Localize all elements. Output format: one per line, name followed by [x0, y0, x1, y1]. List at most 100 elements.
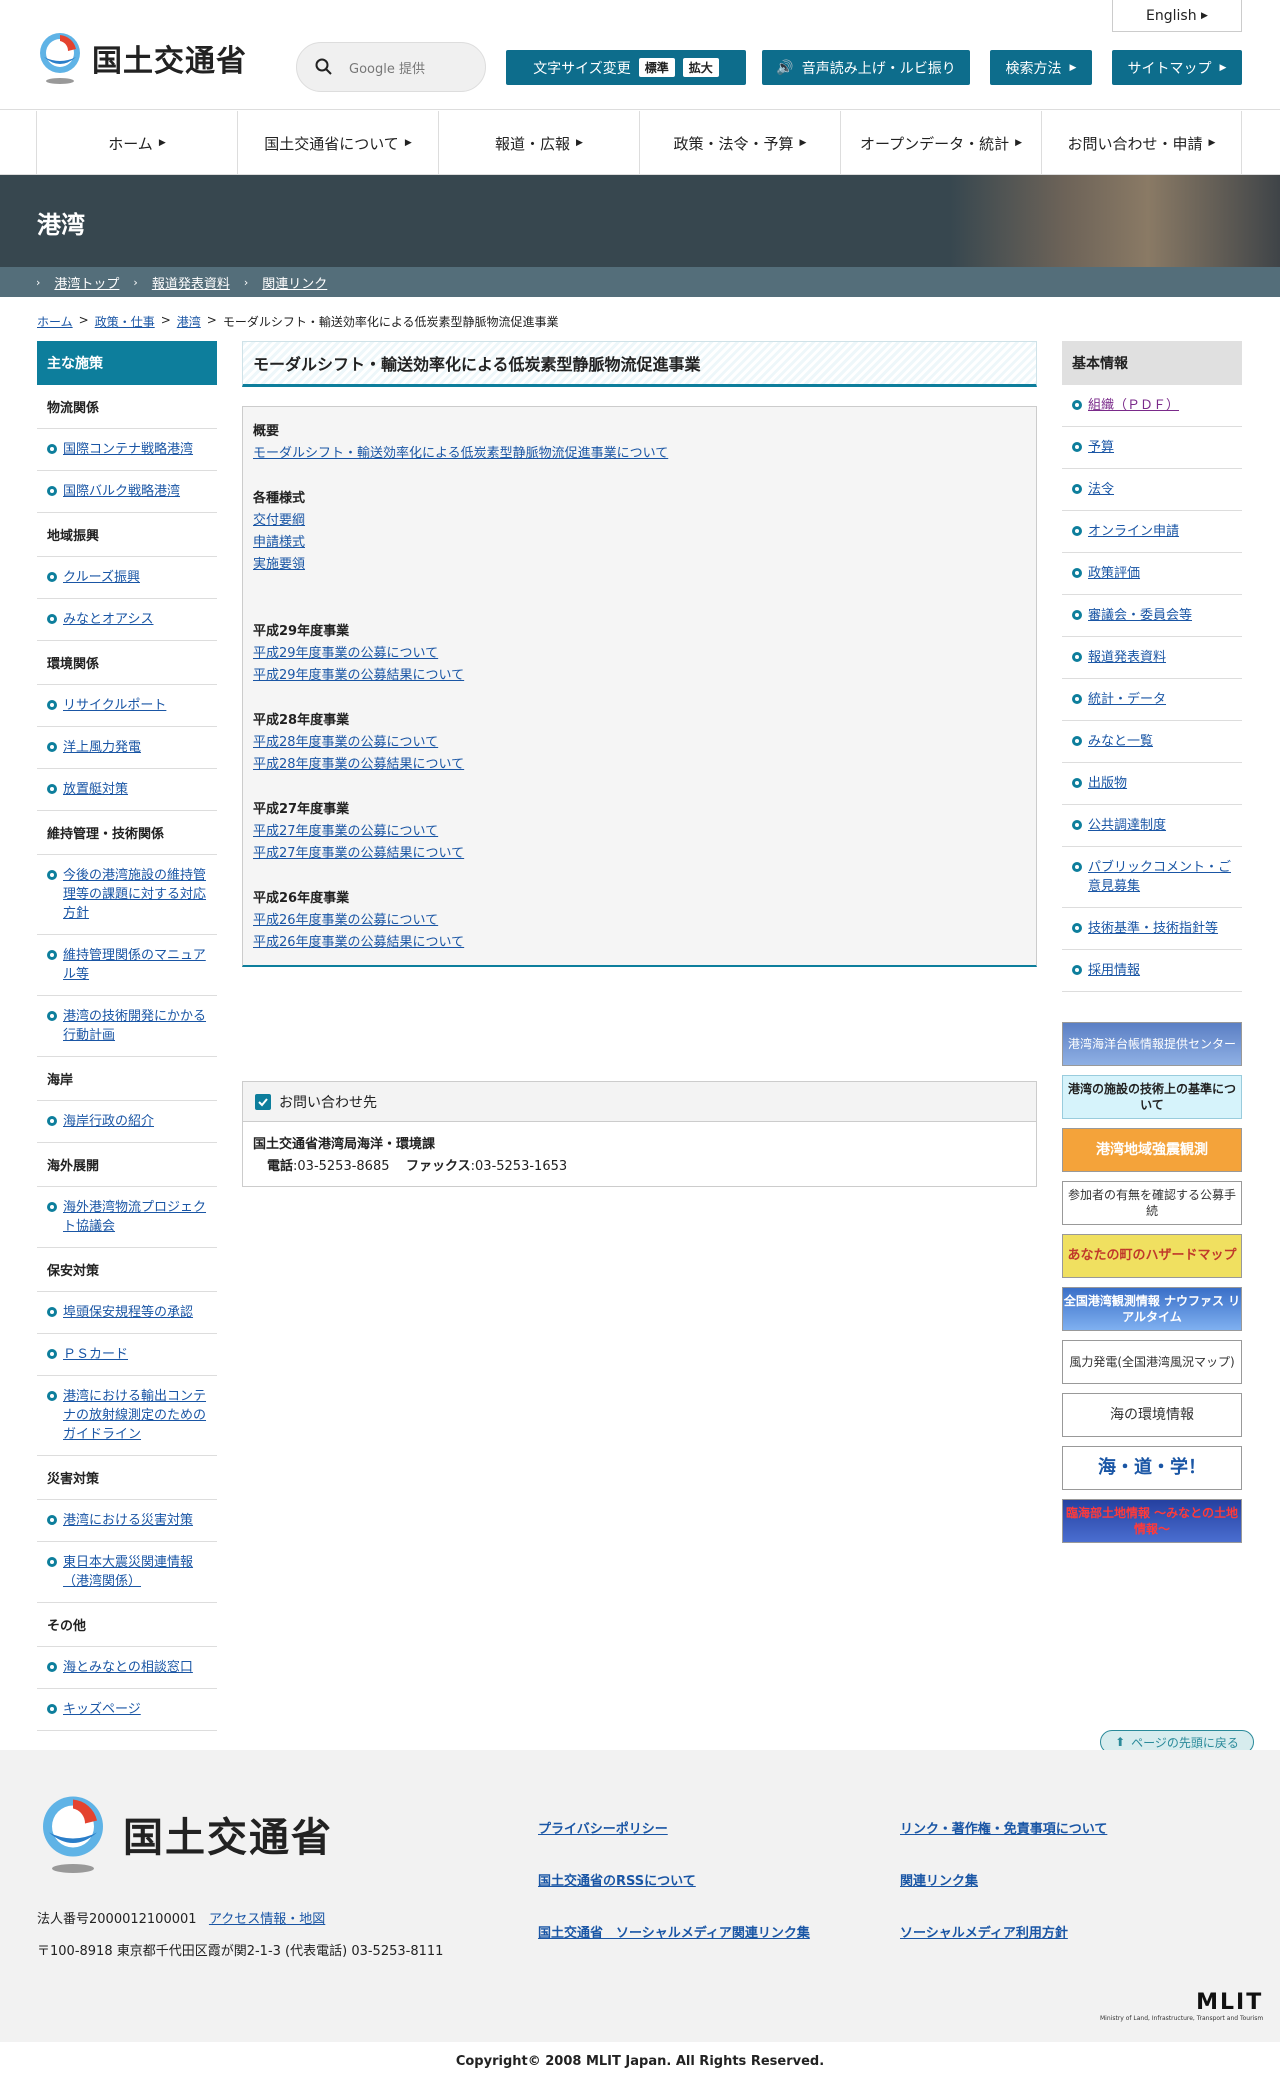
right-nav-item[interactable]: 審議会・委員会等: [1062, 595, 1242, 637]
content-link[interactable]: 平成27年度事業の公募結果について: [253, 843, 1026, 865]
left-nav-link[interactable]: 国際コンテナ戦略港湾: [63, 440, 193, 459]
left-nav-link[interactable]: クルーズ振興: [63, 568, 140, 587]
subnav-port-top[interactable]: 港湾トップ: [54, 273, 119, 292]
left-nav-item[interactable]: キッズページ: [37, 1689, 217, 1731]
font-size-large-button[interactable]: 拡大: [682, 58, 719, 77]
content-link[interactable]: 平成28年度事業の公募について: [253, 732, 1026, 754]
left-nav-item[interactable]: 国際バルク戦略港湾: [37, 471, 217, 513]
gnav-about[interactable]: 国土交通省について ▶: [237, 111, 438, 175]
left-nav-link[interactable]: 国際バルク戦略港湾: [63, 482, 180, 501]
search-method-button[interactable]: 検索方法 ▶: [990, 50, 1092, 85]
left-nav-item[interactable]: 今後の港湾施設の維持管理等の課題に対する対応方針: [37, 855, 217, 935]
access-link[interactable]: アクセス情報・地図: [209, 1912, 325, 1927]
right-nav-link[interactable]: 採用情報: [1088, 961, 1140, 980]
left-nav-item[interactable]: 東日本大震災関連情報（港湾関係）: [37, 1542, 217, 1603]
banner-link[interactable]: 参加者の有無を確認する公募手続: [1062, 1181, 1242, 1225]
breadcrumb-policy[interactable]: 政策・仕事: [95, 313, 155, 330]
content-link[interactable]: 交付要綱: [253, 510, 1026, 532]
left-nav-link[interactable]: 港湾における災害対策: [63, 1511, 193, 1530]
banner-link[interactable]: 港湾地域強震観測: [1062, 1128, 1242, 1172]
right-nav-link[interactable]: 公共調達制度: [1088, 816, 1166, 835]
left-nav-link[interactable]: 放置艇対策: [63, 780, 128, 799]
left-nav-link[interactable]: 港湾における輸出コンテナの放射線測定のためのガイドライン: [63, 1387, 209, 1444]
right-nav-item[interactable]: 採用情報: [1062, 950, 1242, 992]
left-nav-link[interactable]: キッズページ: [63, 1700, 141, 1719]
content-link[interactable]: 実施要領: [253, 554, 1026, 576]
audio-ruby-button[interactable]: 🔊 音声読み上げ・ルビ振り: [762, 50, 970, 85]
left-nav-item[interactable]: 港湾における輸出コンテナの放射線測定のためのガイドライン: [37, 1376, 217, 1456]
left-nav-link[interactable]: 海外港湾物流プロジェクト協議会: [63, 1198, 209, 1236]
left-nav-link[interactable]: 埠頭保安規程等の承認: [63, 1303, 193, 1322]
right-nav-link[interactable]: 報道発表資料: [1088, 648, 1166, 667]
banner-link[interactable]: 海の環境情報: [1062, 1393, 1242, 1437]
left-nav-item[interactable]: 維持管理関係のマニュアル等: [37, 935, 217, 996]
right-nav-link[interactable]: オンライン申請: [1088, 522, 1179, 541]
left-nav-item[interactable]: みなとオアシス: [37, 599, 217, 641]
privacy-link[interactable]: プライバシーポリシー: [538, 1818, 668, 1837]
left-nav-item[interactable]: リサイクルポート: [37, 685, 217, 727]
banner-link[interactable]: あなたの町のハザードマップ: [1062, 1234, 1242, 1278]
site-logo[interactable]: 国土交通省: [36, 30, 247, 86]
right-nav-link[interactable]: 組織（ＰＤＦ）: [1088, 396, 1179, 415]
right-nav-item[interactable]: 報道発表資料: [1062, 637, 1242, 679]
search-box[interactable]: Google 提供: [296, 42, 486, 92]
left-nav-item[interactable]: 海外港湾物流プロジェクト協議会: [37, 1187, 217, 1248]
rss-link[interactable]: 国土交通省のRSSについて: [538, 1870, 696, 1889]
right-nav-item[interactable]: 公共調達制度: [1062, 805, 1242, 847]
right-nav-item[interactable]: パブリックコメント・ご意見募集: [1062, 847, 1242, 908]
content-link[interactable]: 平成29年度事業の公募結果について: [253, 665, 1026, 687]
social-media-policy-link[interactable]: ソーシャルメディア利用方針: [900, 1922, 1068, 1941]
left-nav-item[interactable]: 海岸行政の紹介: [37, 1101, 217, 1143]
left-nav-item[interactable]: 港湾の技術開発にかかる行動計画: [37, 996, 217, 1057]
breadcrumb-port[interactable]: 港湾: [177, 313, 201, 330]
right-nav-link[interactable]: 法令: [1088, 480, 1114, 499]
subnav-links[interactable]: 関連リンク: [262, 273, 327, 292]
right-nav-link[interactable]: 審議会・委員会等: [1088, 606, 1192, 625]
left-nav-link[interactable]: 東日本大震災関連情報（港湾関係）: [63, 1553, 209, 1591]
copyright-link[interactable]: リンク・著作権・免責事項について: [900, 1818, 1107, 1837]
content-link[interactable]: モーダルシフト・輸送効率化による低炭素型静脈物流促進事業について: [253, 443, 1026, 465]
gnav-opendata[interactable]: オープンデータ・統計 ▶: [840, 111, 1041, 175]
content-link[interactable]: 平成27年度事業の公募について: [253, 821, 1026, 843]
left-nav-link[interactable]: 洋上風力発電: [63, 738, 141, 757]
left-nav-link[interactable]: ＰＳカード: [63, 1345, 128, 1364]
right-nav-link[interactable]: みなと一覧: [1088, 732, 1153, 751]
banner-link[interactable]: 海・道・学！: [1062, 1446, 1242, 1490]
content-link[interactable]: 申請様式: [253, 532, 1026, 554]
search-icon[interactable]: [315, 58, 333, 76]
banner-link[interactable]: 全国港湾観測情報 ナウファス リアルタイム: [1062, 1287, 1242, 1331]
left-nav-item[interactable]: 放置艇対策: [37, 769, 217, 811]
left-nav-item[interactable]: ＰＳカード: [37, 1334, 217, 1376]
english-link[interactable]: English ▶: [1112, 0, 1242, 32]
right-nav-item[interactable]: 政策評価: [1062, 553, 1242, 595]
left-nav-link[interactable]: 海岸行政の紹介: [63, 1112, 154, 1131]
related-links-link[interactable]: 関連リンク集: [900, 1870, 978, 1889]
breadcrumb-home[interactable]: ホーム: [37, 313, 73, 330]
banner-link[interactable]: 港湾の施設の技術上の基準について: [1062, 1075, 1242, 1119]
sitemap-button[interactable]: サイトマップ ▶: [1112, 50, 1242, 85]
right-nav-item[interactable]: みなと一覧: [1062, 721, 1242, 763]
right-nav-link[interactable]: 予算: [1088, 438, 1114, 457]
right-nav-item[interactable]: 法令: [1062, 469, 1242, 511]
right-nav-link[interactable]: 統計・データ: [1088, 690, 1166, 709]
gnav-contact[interactable]: お問い合わせ・申請 ▶: [1041, 111, 1242, 175]
left-nav-item[interactable]: 港湾における災害対策: [37, 1500, 217, 1542]
right-nav-link[interactable]: 技術基準・技術指針等: [1088, 919, 1218, 938]
right-nav-item[interactable]: 技術基準・技術指針等: [1062, 908, 1242, 950]
gnav-policy[interactable]: 政策・法令・予算 ▶: [639, 111, 840, 175]
right-nav-link[interactable]: パブリックコメント・ご意見募集: [1088, 858, 1234, 896]
left-nav-link[interactable]: リサイクルポート: [63, 696, 166, 715]
banner-link[interactable]: 臨海部土地情報 〜みなとの土地情報〜: [1062, 1499, 1242, 1543]
banner-link[interactable]: 風力発電(全国港湾風況マップ): [1062, 1340, 1242, 1384]
content-link[interactable]: 平成29年度事業の公募について: [253, 643, 1026, 665]
right-nav-item[interactable]: 統計・データ: [1062, 679, 1242, 721]
left-nav-link[interactable]: 維持管理関係のマニュアル等: [63, 946, 209, 984]
left-nav-item[interactable]: 洋上風力発電: [37, 727, 217, 769]
banner-link[interactable]: 港湾海洋台帳情報提供センター: [1062, 1022, 1242, 1066]
left-nav-item[interactable]: 海とみなとの相談窓口: [37, 1647, 217, 1689]
social-media-links-link[interactable]: 国土交通省 ソーシャルメディア関連リンク集: [538, 1922, 810, 1941]
left-nav-link[interactable]: 今後の港湾施設の維持管理等の課題に対する対応方針: [63, 866, 209, 923]
gnav-press[interactable]: 報道・広報 ▶: [438, 111, 639, 175]
content-link[interactable]: 平成26年度事業の公募結果について: [253, 932, 1026, 954]
content-link[interactable]: 平成26年度事業の公募について: [253, 910, 1026, 932]
